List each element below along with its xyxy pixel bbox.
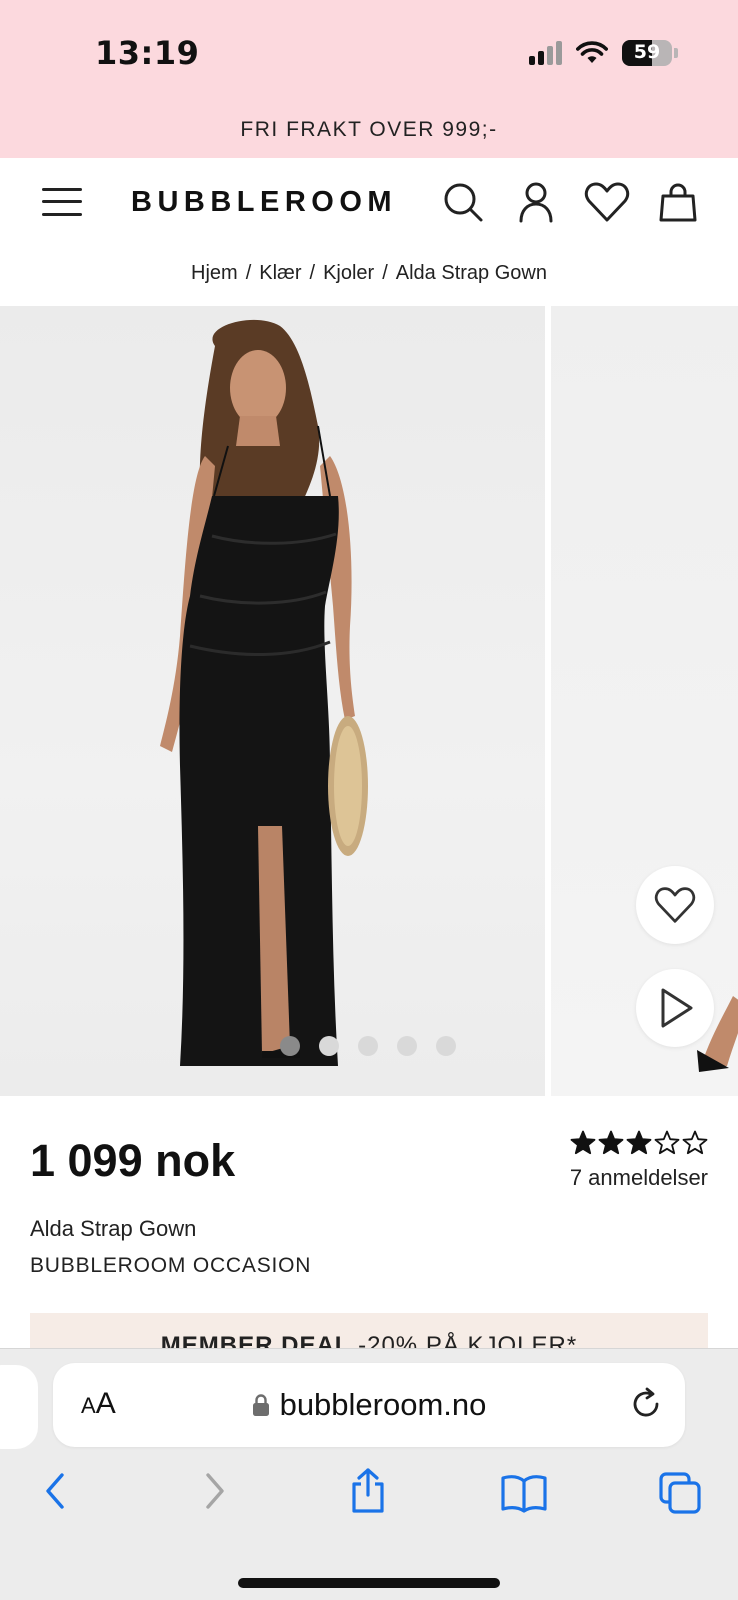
rating-stars[interactable] xyxy=(570,1130,708,1156)
back-icon[interactable] xyxy=(40,1471,70,1511)
forward-icon[interactable] xyxy=(200,1471,230,1511)
reviews-link[interactable]: 7 anmeldelser xyxy=(570,1165,708,1191)
breadcrumb-separator: / xyxy=(382,262,388,284)
pagination-dot-5[interactable] xyxy=(436,1036,456,1056)
share-icon[interactable] xyxy=(348,1467,388,1515)
star-filled-icon xyxy=(570,1130,596,1155)
url-text: bubbleroom.no xyxy=(279,1387,487,1422)
pagination-dot-1[interactable] xyxy=(280,1036,300,1056)
breadcrumb: Hjem / Klær / Kjoler / Alda Strap Gown xyxy=(0,262,738,285)
address-bar[interactable]: AA bubbleroom.no xyxy=(53,1363,685,1447)
site-header: BUBBLEROOM xyxy=(0,158,738,250)
favorite-icon xyxy=(654,887,696,923)
star-empty-icon xyxy=(654,1130,680,1155)
gallery-pagination xyxy=(280,1036,456,1056)
menu-icon[interactable] xyxy=(42,186,82,218)
reload-icon[interactable] xyxy=(629,1387,663,1421)
model-photo-illustration xyxy=(160,319,368,1066)
bookmarks-icon[interactable] xyxy=(500,1473,548,1513)
product-gallery[interactable] xyxy=(0,306,738,1096)
play-video-button[interactable] xyxy=(636,969,714,1047)
status-icons: 59 xyxy=(529,40,678,66)
star-filled-icon xyxy=(598,1130,624,1155)
promo-banner-text: FRI FRAKT OVER 999;- xyxy=(240,118,498,141)
breadcrumb-home[interactable]: Hjem xyxy=(191,262,238,284)
search-icon[interactable] xyxy=(441,180,485,224)
breadcrumb-dresses[interactable]: Kjoler xyxy=(323,262,374,284)
product-price: 1 099 nok xyxy=(30,1135,236,1186)
tabs-icon[interactable] xyxy=(658,1471,702,1515)
breadcrumb-separator: / xyxy=(245,262,252,284)
battery-tip xyxy=(674,48,678,58)
next-product-image[interactable] xyxy=(551,306,738,1096)
wishlist-icon[interactable] xyxy=(584,180,630,224)
wifi-icon xyxy=(576,41,608,63)
previous-tab-preview[interactable] xyxy=(0,1365,38,1449)
star-empty-icon xyxy=(682,1130,708,1155)
browser-toolbar-area: AA bubbleroom.no xyxy=(0,1348,738,1600)
url-display[interactable]: bubbleroom.no xyxy=(53,1387,685,1423)
product-image[interactable] xyxy=(0,306,545,1096)
battery-percent: 59 xyxy=(633,41,661,63)
star-filled-icon xyxy=(626,1130,652,1155)
breadcrumb-separator: / xyxy=(309,262,316,284)
signal-icon xyxy=(529,41,562,65)
favorite-button[interactable] xyxy=(636,866,714,944)
product-brand[interactable]: BUBBLEROOM OCCASION xyxy=(30,1254,311,1278)
breadcrumb-clothes[interactable]: Klær xyxy=(259,262,301,284)
play-icon xyxy=(661,988,693,1028)
battery-icon: 59 xyxy=(622,40,672,66)
lock-icon xyxy=(252,1394,269,1416)
next-photo-illustration xyxy=(697,996,738,1072)
home-indicator xyxy=(238,1578,500,1588)
account-icon[interactable] xyxy=(514,180,558,224)
product-name: Alda Strap Gown xyxy=(30,1216,197,1241)
breadcrumb-current: Alda Strap Gown xyxy=(395,262,547,284)
pagination-dot-2[interactable] xyxy=(319,1036,339,1056)
site-logo[interactable]: BUBBLEROOM xyxy=(131,186,397,219)
member-deal-banner[interactable]: MEMBER DEAL -20% PÅ KJOLER* xyxy=(30,1313,708,1353)
pagination-dot-4[interactable] xyxy=(397,1036,417,1056)
pagination-dot-3[interactable] xyxy=(358,1036,378,1056)
status-time: 13:19 xyxy=(95,34,200,72)
bag-icon[interactable] xyxy=(656,180,700,224)
